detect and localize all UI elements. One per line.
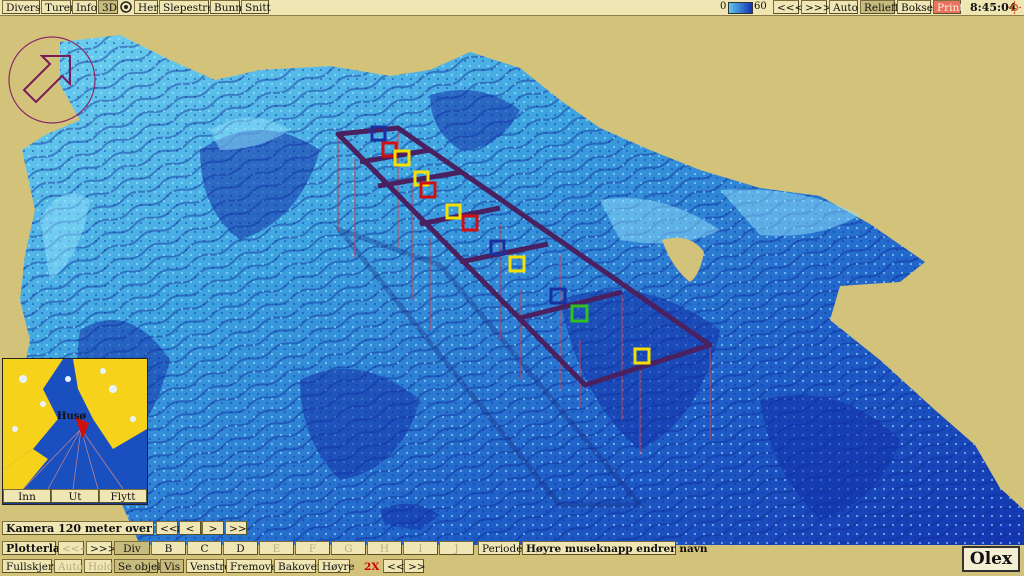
relieff-button[interactable]: Relieff [860,0,899,14]
menu-diverse[interactable]: Diverse [2,0,47,14]
sun-icon[interactable] [1008,1,1021,14]
zoom-prev-button[interactable]: << [383,559,405,573]
layer-e-button[interactable]: E [259,541,294,555]
top-toolbar: Diverse Turer Info 3D Her Slepestrek Bun… [0,0,1024,16]
bokser-button[interactable]: Bokser [897,0,938,14]
left-button[interactable]: Venstre [186,559,230,573]
rename-hint: Høyre museknapp endrer navn [522,541,708,555]
minimap-place-label: Husø [57,411,87,422]
show-button[interactable]: Vis [160,559,184,573]
menu-snitt[interactable]: Snitt [241,0,271,14]
depth-scale-max: 60 [754,1,767,12]
layer-div-button[interactable]: Div [114,541,150,555]
menu-her[interactable]: Her [134,0,158,14]
fullscreen-button[interactable]: Fullskjerm [2,559,63,573]
layer-c-button[interactable]: C [187,541,222,555]
backward-button[interactable]: Bakover [274,559,322,573]
layer-f-button[interactable]: F [295,541,330,555]
zoom-out-button[interactable]: Ut [51,489,99,503]
nav-forward-button[interactable]: >>> [801,0,831,14]
move-button[interactable]: Flytt [99,489,147,503]
layer-h-button[interactable]: H [367,541,402,555]
layer-j-button[interactable]: J [439,541,474,555]
nav-back-button[interactable]: <<< [773,0,803,14]
camera-far-right-button[interactable]: >> [225,521,247,535]
depth-scale-bar [728,2,753,14]
layer-b-button[interactable]: B [151,541,186,555]
menu-3d[interactable]: 3D [98,0,118,14]
auto-button[interactable]: Auto [829,0,858,14]
camera-left-button[interactable]: < [179,521,201,535]
layer-g-button[interactable]: G [331,541,366,555]
layer-d-button[interactable]: D [223,541,258,555]
olex-logo: Olex [962,546,1020,572]
auto-follow-button[interactable]: Auto [54,559,83,573]
right-button[interactable]: Høyre [318,559,355,573]
camera-far-left-button[interactable]: << [156,521,178,535]
hold-button[interactable]: Hold [84,559,114,573]
plotter-label: Plotterlag [2,541,68,555]
print-button[interactable]: Print [933,0,963,14]
menu-slepestrek[interactable]: Slepestrek [159,0,220,14]
zoom-next-button[interactable]: >> [404,559,426,573]
view-object-button[interactable]: Se objekt [114,559,168,573]
menu-turer[interactable]: Turer [41,0,75,14]
menu-bunn[interactable]: Bunn [210,0,242,14]
layer-i-button[interactable]: I [403,541,438,555]
plotter-back-button[interactable]: <<< [58,541,88,555]
depth-scale-min: 0 [720,1,727,12]
forward-button[interactable]: Fremover [226,559,282,573]
camera-label: Kamera 120 meter over vann [2,521,185,535]
camera-right-button[interactable]: > [202,521,224,535]
zoom-in-button[interactable]: Inn [3,489,51,503]
menu-info[interactable]: Info [72,0,97,14]
minimap-chart [3,359,147,490]
overview-minimap[interactable]: Husø Inn Ut Flytt [2,358,148,505]
plotter-forward-button[interactable]: >>> [86,541,116,555]
target-icon[interactable] [120,1,132,13]
3d-seabed-view[interactable] [0,15,1024,545]
periode-button[interactable]: Periode [478,541,522,555]
zoom-factor: 2X [364,561,380,573]
